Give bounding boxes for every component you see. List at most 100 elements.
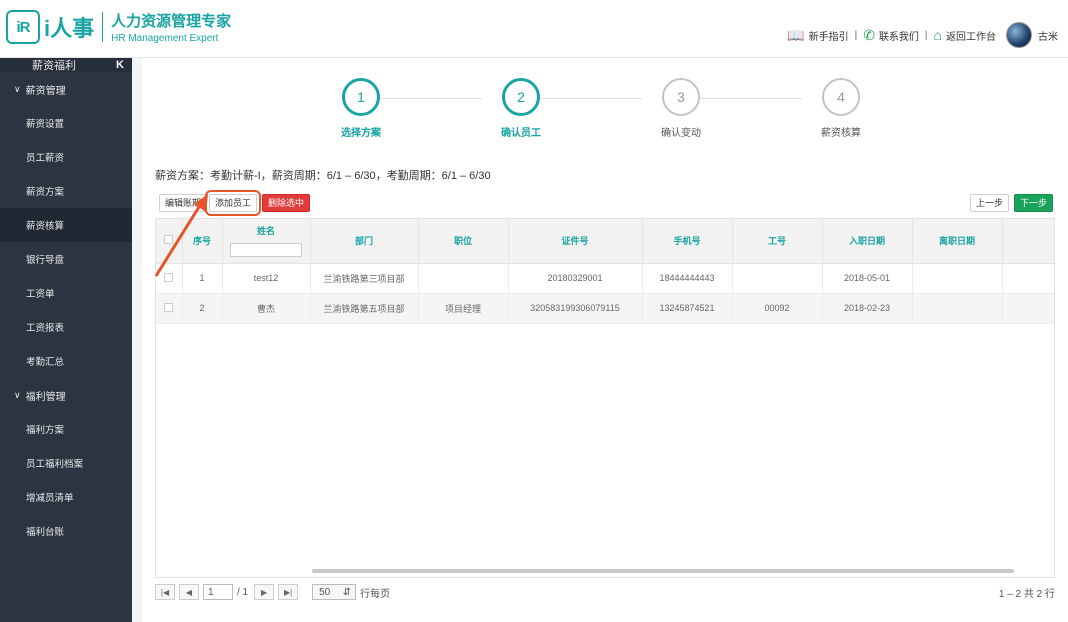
- contact-link[interactable]: ✆ 联系我们: [863, 27, 919, 44]
- header-links: 📖 新手指引 | ✆ 联系我们 | ⌂ 返回工作台 古米: [787, 22, 1058, 48]
- col-header-name-label: 姓名: [256, 226, 275, 237]
- sidebar-item-staff-change-list[interactable]: 增减员清单: [0, 480, 132, 514]
- first-page-button[interactable]: |◀: [155, 584, 175, 600]
- sidebar-group-salary[interactable]: ∨ 薪资管理: [0, 72, 132, 106]
- step-label: 薪资核算: [821, 128, 861, 139]
- cell-dept: 兰渝铁路第三项目部: [310, 263, 419, 294]
- pagination: |◀ ◀ 1 / 1 ▶ ▶| 50 ⇵ 行每页 1 – 2 共 2 行: [155, 580, 1055, 604]
- brand-subtitle: HR Management Expert: [111, 33, 219, 44]
- select-all-cell[interactable]: [156, 219, 183, 264]
- select-all-checkbox[interactable]: [164, 235, 174, 245]
- col-header-leave-date: 离职日期: [912, 219, 1003, 264]
- sidebar-item-salary-plan[interactable]: 薪资方案: [0, 174, 132, 208]
- sidebar-item-employee-welfare[interactable]: 员工福利档案: [0, 446, 132, 480]
- col-header-seq: 序号: [182, 219, 223, 264]
- cell-actions: 删除: [1002, 263, 1054, 294]
- sidebar-item-salary-report[interactable]: 工资报表: [0, 310, 132, 344]
- cell-position: [418, 263, 509, 294]
- row-checkbox[interactable]: [164, 272, 174, 282]
- sidebar-group-welfare[interactable]: ∨ 福利管理: [0, 378, 132, 412]
- page-number-input[interactable]: 1: [203, 584, 233, 600]
- cell-dept: 兰渝铁路第五项目部: [310, 293, 419, 324]
- chevron-down-icon: ∨: [14, 83, 21, 94]
- step-number: 1: [342, 78, 380, 116]
- step-2[interactable]: 2 确认员工: [461, 78, 581, 139]
- last-page-button[interactable]: ▶|: [278, 584, 299, 600]
- logo-divider: [102, 12, 104, 42]
- name-filter-input[interactable]: [230, 243, 302, 258]
- collapse-icon[interactable]: K: [116, 59, 124, 71]
- employee-table: 序号 姓名 部门 职位 证件号 手机号 工号 入职日期 离职日期 操作: [155, 218, 1055, 578]
- salary-plan-info: 薪资方案：考勤计薪-I，薪资周期：6/1 – 6/30，考勤周期：6/1 – 6…: [155, 170, 491, 182]
- sidebar-item-salary-settings[interactable]: 薪资设置: [0, 106, 132, 140]
- sidebar-group-label: 福利管理: [25, 391, 66, 403]
- col-header-employee-no: 工号: [732, 219, 823, 264]
- sidebar-item-employee-salary[interactable]: 员工薪资: [0, 140, 132, 174]
- home-icon: ⌂: [933, 27, 942, 43]
- step-4[interactable]: 4 薪资核算: [781, 78, 901, 139]
- col-header-phone: 手机号: [642, 219, 733, 264]
- edit-period-button[interactable]: 编辑账期: [159, 194, 208, 212]
- cell-employee-no: 00092: [732, 293, 823, 324]
- horizontal-scrollbar[interactable]: [312, 569, 1014, 573]
- per-page-label: 行每页: [360, 588, 391, 600]
- avatar[interactable]: [1006, 22, 1032, 48]
- row-checkbox[interactable]: [164, 302, 174, 312]
- book-icon: 📖: [787, 26, 805, 43]
- brand-title: 人力资源管理专家: [111, 13, 232, 30]
- next-page-button[interactable]: ▶: [254, 584, 275, 600]
- add-employee-button[interactable]: 添加员工: [204, 190, 262, 216]
- main-panel: 1 选择方案 2 确认员工 3 确认变动 4 薪资核算 薪资方案：考勤计薪-I，…: [142, 58, 1068, 622]
- row-select-cell[interactable]: [156, 263, 183, 294]
- brand-block: 人力资源管理专家 HR Management Expert: [111, 10, 231, 44]
- divider: |: [854, 29, 858, 41]
- col-header-id-number: 证件号: [508, 219, 643, 264]
- app-logo[interactable]: iR i人事 人力资源管理专家 HR Management Expert: [6, 10, 231, 44]
- cell-leave-date: [912, 263, 1003, 294]
- sidebar-item-bank-export[interactable]: 银行导盘: [0, 242, 132, 276]
- page-size-select[interactable]: 50 ⇵: [312, 584, 357, 600]
- cell-employee-no: [732, 263, 823, 294]
- sidebar-item-attendance-summary[interactable]: 考勤汇总: [0, 344, 132, 378]
- workbench-link[interactable]: ⌂ 返回工作台: [934, 27, 996, 43]
- cell-phone: 18444444443: [642, 263, 733, 294]
- sidebar-item-payslip[interactable]: 工资单: [0, 276, 132, 310]
- cell-position: 项目经理: [418, 293, 509, 324]
- next-step-button[interactable]: 下一步: [1014, 194, 1054, 212]
- sidebar-group-label: 薪资管理: [25, 85, 66, 97]
- col-header-name: 姓名: [222, 219, 311, 264]
- guide-link[interactable]: 📖 新手指引: [787, 27, 848, 44]
- step-label: 确认员工: [501, 128, 541, 139]
- table-row[interactable]: 2 曹杰 兰渝铁路第五项目部 项目经理 320583199306079115 1…: [156, 293, 1054, 324]
- cell-seq: 1: [182, 263, 223, 294]
- page-total: / 1: [237, 586, 249, 598]
- cell-actions: 删除: [1002, 293, 1054, 324]
- prev-page-button[interactable]: ◀: [179, 584, 199, 600]
- cell-id-number: 20180329001: [508, 263, 643, 294]
- cell-leave-date: [912, 293, 1003, 324]
- step-number: 3: [662, 78, 700, 116]
- sidebar-item-welfare-plan[interactable]: 福利方案: [0, 412, 132, 446]
- user-name[interactable]: 古米: [1038, 28, 1058, 43]
- table-row[interactable]: 1 test12 兰渝铁路第三项目部 20180329001 184444444…: [156, 263, 1054, 294]
- contact-link-label: 联系我们: [878, 31, 919, 43]
- prev-step-button[interactable]: 上一步: [970, 194, 1010, 212]
- sidebar: 薪资福利 K ∨ 薪资管理 薪资设置 员工薪资 薪资方案 薪资核算 银行导盘 工…: [0, 58, 132, 622]
- sidebar-item-welfare-ledger[interactable]: 福利台账: [0, 514, 132, 548]
- sidebar-item-salary-calc[interactable]: 薪资核算: [0, 208, 132, 242]
- delete-selected-button[interactable]: 删除选中: [262, 194, 311, 212]
- row-select-cell[interactable]: [156, 293, 183, 324]
- divider: |: [924, 29, 928, 41]
- sidebar-top: 薪资福利 K: [0, 58, 132, 72]
- col-header-position: 职位: [418, 219, 509, 264]
- guide-link-label: 新手指引: [808, 31, 849, 43]
- step-number: 2: [502, 78, 540, 116]
- logo-mark: iR: [6, 10, 40, 44]
- step-3[interactable]: 3 确认变动: [621, 78, 741, 139]
- cell-name: 曹杰: [222, 293, 311, 324]
- col-header-dept: 部门: [310, 219, 419, 264]
- employee-grid: 序号 姓名 部门 职位 证件号 手机号 工号 入职日期 离职日期 操作: [156, 219, 1054, 324]
- step-label: 选择方案: [341, 128, 381, 139]
- step-1[interactable]: 1 选择方案: [301, 78, 421, 139]
- cell-hire-date: 2018-05-01: [822, 263, 913, 294]
